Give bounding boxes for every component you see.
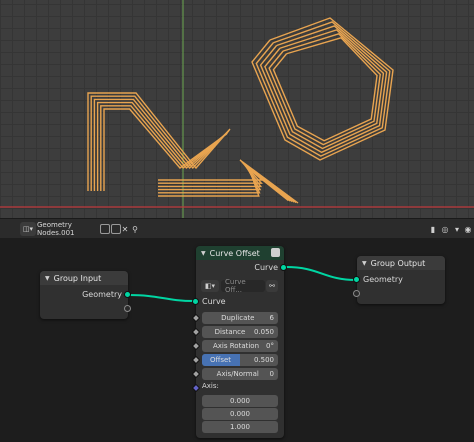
duplicate-value: 6 [269,314,274,322]
curve-offset-header[interactable]: ▼ Curve Offset [196,246,284,260]
curve-offset-input-socket[interactable] [192,298,199,305]
curve-copy-left [93,98,230,191]
axis-rotation-field[interactable]: Axis Rotation 0° [202,340,278,352]
distance-value: 0.050 [253,328,274,336]
group-output-title: Group Output [370,258,426,268]
group-input-node[interactable]: ▼ Group Input Geometry [40,271,131,319]
axis-rotation-value: 0° [266,342,274,350]
link-curve-offset-to-group-output [285,266,357,281]
offset-field[interactable]: Offset 0.500 [202,354,278,366]
axis-normal-label: Axis/Normal [216,370,259,378]
object-selector-field[interactable]: Curve Off... [221,278,265,294]
duplicate-label: Duplicate [221,314,255,322]
axis-z-field[interactable]: 1.000 [202,421,278,433]
view-icon[interactable]: ◉ [463,223,473,235]
curve-offset-node[interactable]: ▼ Curve Offset Curve ◧▾ Curve Off... ⚯ C… [191,246,287,438]
curve-offset-output-label: Curve [254,263,278,272]
node-group-icon[interactable] [271,248,280,257]
axis-rotation-label: Axis Rotation [213,342,260,350]
fake-user-icon[interactable] [100,224,110,234]
duplicate-field[interactable]: Duplicate 6 [202,312,278,324]
group-output-header[interactable]: ▼ Group Output [357,256,445,270]
curve-offset-input-label: Curve [202,297,226,306]
distance-field[interactable]: Distance 0.050 [202,326,278,338]
node-tree-name[interactable]: Geometry Nodes.001 [37,221,97,237]
curve-copy-hook [158,167,289,202]
info-icon[interactable]: ▮ [428,223,438,235]
axis-normal-value: 0 [269,370,274,378]
distance-label: Distance [214,328,246,336]
group-output-geometry-socket[interactable] [353,276,360,283]
group-input-geometry-socket[interactable] [124,291,131,298]
axis-x-field[interactable]: 0.000 [202,395,278,407]
offset-value: 0.500 [253,356,274,364]
group-input-header[interactable]: ▼ Group Input [40,271,128,285]
object-type-icon[interactable]: ◧▾ [201,280,219,292]
curve-copy-hexagon [255,21,391,157]
curve-copy-left [90,95,230,191]
node-tree-type-icon[interactable]: ◫▾ [20,222,36,236]
link-icon[interactable]: ⚯ [266,280,278,292]
group-output-node[interactable]: ▼ Group Output Geometry [353,256,445,304]
3d-viewport[interactable] [0,0,474,218]
curve-offset-title: Curve Offset [209,248,260,258]
chevron-down-icon[interactable]: ▼ [201,250,206,257]
group-input-empty-socket[interactable] [124,305,131,312]
close-icon[interactable]: ✕ [121,222,129,236]
snap-icon[interactable]: ▾ [452,223,462,235]
curve-offset-output-socket[interactable] [280,264,287,271]
axis-normal-field[interactable]: Axis/Normal 0 [202,368,278,380]
link-group-input-to-curve-offset [128,294,196,302]
duplicate-icon[interactable] [111,224,121,234]
group-input-geometry-label: Geometry [82,290,122,299]
axis-label: Axis: [202,382,219,390]
group-output-empty-socket[interactable] [353,290,360,297]
chevron-down-icon[interactable]: ▼ [362,260,367,267]
curve-copy-hexagon [259,25,388,154]
offset-curve-left [87,92,299,204]
offset-curve-right [251,17,394,161]
node-canvas[interactable]: ▼ Group Input Geometry ▼ Curve Offset Cu… [0,239,474,442]
pin-icon[interactable]: ⚲ [130,222,140,236]
group-output-geometry-label: Geometry [363,275,403,284]
node-editor-header: ◫▾ Geometry Nodes.001 ✕ ⚲ ▮ ◎ ▾ ◉ [0,218,474,238]
blender-window: ◫▾ Geometry Nodes.001 ✕ ⚲ ▮ ◎ ▾ ◉ ▼ Grou… [0,0,474,442]
curve-copy-left [87,92,231,191]
viewport-drawing [0,0,474,218]
curve-copy-hexagon [268,33,381,146]
axis-y-field[interactable]: 0.000 [202,408,278,420]
group-input-title: Group Input [53,273,102,283]
offset-label: Offset [210,356,232,364]
chevron-down-icon[interactable]: ▼ [45,275,50,282]
overlay-icon[interactable]: ◎ [440,223,450,235]
